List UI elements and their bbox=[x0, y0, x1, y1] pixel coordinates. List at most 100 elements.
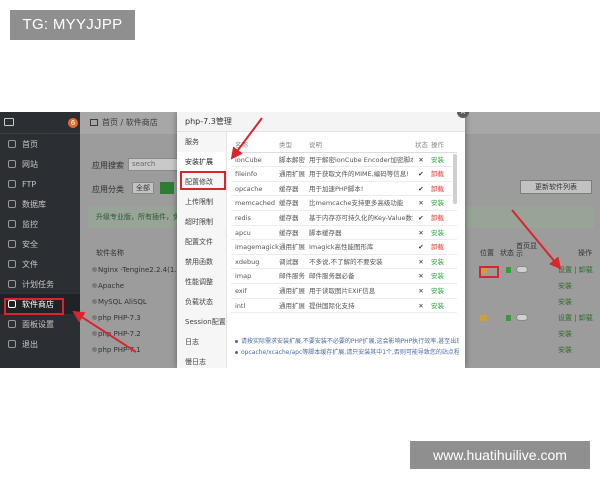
software-name: php PHP-7.3 bbox=[98, 314, 141, 322]
col-op: 操作 bbox=[431, 141, 444, 149]
extension-name: fileinfo bbox=[235, 170, 258, 179]
dialog-nav-item[interactable]: 负载状态 bbox=[177, 292, 226, 312]
dialog-nav: 服务 安装扩展 配置修改 上传限制 超时限制 配置文件 禁用函数 性能调整 负载状态 Sessio… bbox=[177, 132, 227, 368]
extension-row: redis 缓存器 基于内存亦可持久化的Key-Value数据库 ✔ 卸载 bbox=[231, 211, 457, 226]
software-name: php PHP-7.1 bbox=[98, 346, 141, 354]
extension-row: xdebug 调试器 不多说,不了解的不要安装 ✕ 安装 bbox=[231, 255, 457, 270]
sidebar-item-label: 退出 bbox=[22, 339, 38, 349]
sidebar-item[interactable]: 监控 bbox=[0, 214, 80, 234]
sidebar: 6 首页 网站 FTP 数据库 监控 安全 文件 计划任务 软件商店 面板设置 退出 bbox=[0, 112, 80, 368]
extension-type: 脚本解密 bbox=[279, 155, 305, 164]
dialog-nav-item[interactable]: 性能调整 bbox=[177, 272, 226, 292]
software-ops[interactable]: 设置 | 卸载 bbox=[558, 310, 593, 326]
install-link[interactable]: 安装 bbox=[431, 226, 444, 241]
home-display-toggle[interactable] bbox=[516, 314, 528, 321]
extension-desc: 用于解密ionCube Encoder加密脚本! bbox=[309, 155, 413, 164]
dialog-nav-item[interactable]: 禁用函数 bbox=[177, 252, 226, 272]
software-icon bbox=[92, 267, 97, 272]
category-button-active[interactable] bbox=[160, 182, 174, 194]
extension-name: ionCube bbox=[235, 155, 262, 164]
watermark-top: TG: MYYJJPP bbox=[10, 10, 135, 40]
extension-desc: 用于获取文件的MIME,编码等信息! bbox=[309, 170, 409, 179]
dialog-nav-item[interactable]: 服务 bbox=[177, 132, 226, 152]
monitor-icon bbox=[4, 118, 14, 126]
notification-badge[interactable]: 6 bbox=[68, 118, 78, 128]
software-ops[interactable]: 设置 | 卸载 bbox=[558, 262, 593, 278]
extension-row: apcu 缓存器 脚本缓存器 ✕ 安装 bbox=[231, 226, 457, 241]
extension-row: exif 通用扩展 用于读取图片EXIF信息 ✕ 安装 bbox=[231, 284, 457, 299]
extension-row: opcache 缓存器 用于加速PHP脚本! ✔ 卸载 bbox=[231, 182, 457, 197]
software-icon bbox=[92, 331, 97, 336]
sidebar-item[interactable]: 计划任务 bbox=[0, 274, 80, 294]
category-all-button[interactable]: 全部 bbox=[132, 182, 154, 194]
install-link[interactable]: 安装 bbox=[431, 299, 444, 314]
update-software-list-button[interactable]: 更新软件列表 bbox=[520, 180, 592, 194]
cross-icon: ✕ bbox=[418, 272, 424, 281]
extension-row: intl 通用扩展 提供国际化支持 ✕ 安装 bbox=[231, 299, 457, 314]
uninstall-link[interactable]: 卸载 bbox=[431, 211, 444, 226]
extension-row: fileinfo 通用扩展 用于获取文件的MIME,编码等信息! ✔ 卸载 bbox=[231, 167, 457, 182]
extension-type: 通用扩展 bbox=[279, 243, 305, 252]
install-link[interactable]: 安装 bbox=[431, 196, 444, 211]
install-link[interactable]: 安装 bbox=[431, 255, 444, 270]
check-icon: ✔ bbox=[418, 170, 424, 179]
sidebar-item[interactable]: 数据库 bbox=[0, 194, 80, 214]
home-icon bbox=[90, 119, 98, 126]
sidebar-item-label: 网站 bbox=[22, 159, 38, 169]
software-icon bbox=[92, 299, 97, 304]
sidebar-item[interactable]: 首页 bbox=[0, 134, 80, 154]
uninstall-link[interactable]: 卸载 bbox=[431, 240, 444, 255]
cross-icon: ✕ bbox=[418, 228, 424, 237]
software-name: php PHP-7.2 bbox=[98, 330, 141, 338]
dialog-nav-item[interactable]: 上传限制 bbox=[177, 192, 226, 212]
sidebar-item[interactable]: 退出 bbox=[0, 334, 80, 354]
dialog-nav-item[interactable]: 慢日志 bbox=[177, 352, 226, 368]
dialog-nav-item[interactable]: 超时限制 bbox=[177, 212, 226, 232]
install-link[interactable]: 安装 bbox=[431, 153, 444, 168]
folder-icon[interactable] bbox=[480, 315, 487, 321]
sidebar-item-icon bbox=[8, 260, 16, 268]
dialog-note: opcache/xcache/apc等脚本缓存扩展,请只安装其中1个,否则可能导… bbox=[235, 347, 459, 358]
nav-highlight-box bbox=[180, 171, 226, 190]
dialog-nav-item[interactable]: Session配置 bbox=[177, 312, 226, 332]
extension-row: imagemagick 通用扩展 Imagick高性能图形库 ✔ 卸载 bbox=[231, 240, 457, 255]
install-link[interactable]: 安装 bbox=[431, 269, 444, 284]
sidebar-item[interactable]: 网站 bbox=[0, 154, 80, 174]
cross-icon: ✕ bbox=[418, 155, 424, 164]
sidebar-item-icon bbox=[8, 320, 16, 328]
scrollbar[interactable] bbox=[453, 154, 457, 204]
sidebar-item-icon bbox=[8, 200, 16, 208]
extension-desc: Imagick高性能图形库 bbox=[309, 243, 374, 252]
sidebar-item-icon bbox=[8, 240, 16, 248]
extension-name: memcached bbox=[235, 199, 276, 208]
software-icon bbox=[92, 283, 97, 288]
sidebar-item[interactable]: 面板设置 bbox=[0, 314, 80, 334]
dialog-notes: 请按实际需求安装扩展,不要安装不必要的PHP扩展,这会影响PHP执行效率,甚至出… bbox=[235, 336, 459, 358]
dialog-nav-item[interactable]: 安装扩展 bbox=[177, 152, 226, 172]
software-ops[interactable]: 安装 bbox=[558, 278, 572, 294]
dialog-nav-item[interactable]: 日志 bbox=[177, 332, 226, 352]
sidebar-item-highlight-box bbox=[4, 298, 64, 315]
sidebar-item[interactable]: 安全 bbox=[0, 234, 80, 254]
col-header-location: 位置 bbox=[480, 249, 494, 257]
software-icon bbox=[92, 347, 97, 352]
sidebar-item-label: 监控 bbox=[22, 219, 38, 229]
extension-name: imagemagick bbox=[235, 243, 279, 252]
col-header-name: 软件名称 bbox=[96, 249, 124, 257]
home-display-toggle[interactable] bbox=[516, 266, 528, 273]
extension-type: 通用扩展 bbox=[279, 301, 305, 310]
sidebar-item[interactable]: FTP bbox=[0, 174, 80, 194]
software-ops[interactable]: 安装 bbox=[558, 326, 572, 342]
software-ops[interactable]: 安装 bbox=[558, 342, 572, 358]
uninstall-link[interactable]: 卸载 bbox=[431, 167, 444, 182]
install-link[interactable]: 安装 bbox=[431, 284, 444, 299]
col-state: 状态 bbox=[415, 141, 428, 149]
sidebar-item[interactable]: 文件 bbox=[0, 254, 80, 274]
extension-type: 缓存器 bbox=[279, 184, 299, 193]
col-name: 名称 bbox=[235, 141, 248, 149]
dialog-nav-item[interactable]: 配置文件 bbox=[177, 232, 226, 252]
software-ops[interactable]: 安装 bbox=[558, 294, 572, 310]
cross-icon: ✕ bbox=[418, 301, 424, 310]
software-icon bbox=[92, 315, 97, 320]
uninstall-link[interactable]: 卸载 bbox=[431, 182, 444, 197]
